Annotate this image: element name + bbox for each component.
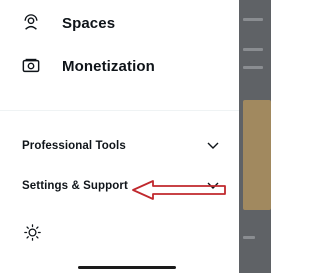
background-overlay[interactable] (239, 0, 271, 273)
background-glyph (243, 48, 263, 51)
background-glyph (243, 18, 263, 21)
navigation-drawer: Spaces Monetization Professional Tools S… (0, 0, 239, 273)
chevron-down-icon[interactable] (206, 141, 220, 151)
menu-item-label: Spaces (62, 14, 116, 32)
home-indicator (78, 266, 176, 269)
section-label: Settings & Support (22, 180, 128, 192)
section-label: Professional Tools (22, 140, 126, 152)
red-arrow-annotation (132, 180, 226, 200)
menu-item-monetization[interactable]: Monetization (22, 57, 155, 75)
spaces-icon (24, 14, 38, 30)
background-glyph (243, 236, 255, 239)
brightness-icon[interactable] (24, 224, 41, 241)
background-glyph (243, 66, 263, 69)
menu-item-spaces[interactable]: Spaces (22, 14, 115, 32)
divider (0, 110, 239, 111)
monetization-icon (22, 58, 40, 73)
section-professional-tools[interactable]: Professional Tools (22, 140, 220, 152)
menu-item-label: Monetization (62, 57, 155, 75)
background-card (243, 100, 271, 210)
